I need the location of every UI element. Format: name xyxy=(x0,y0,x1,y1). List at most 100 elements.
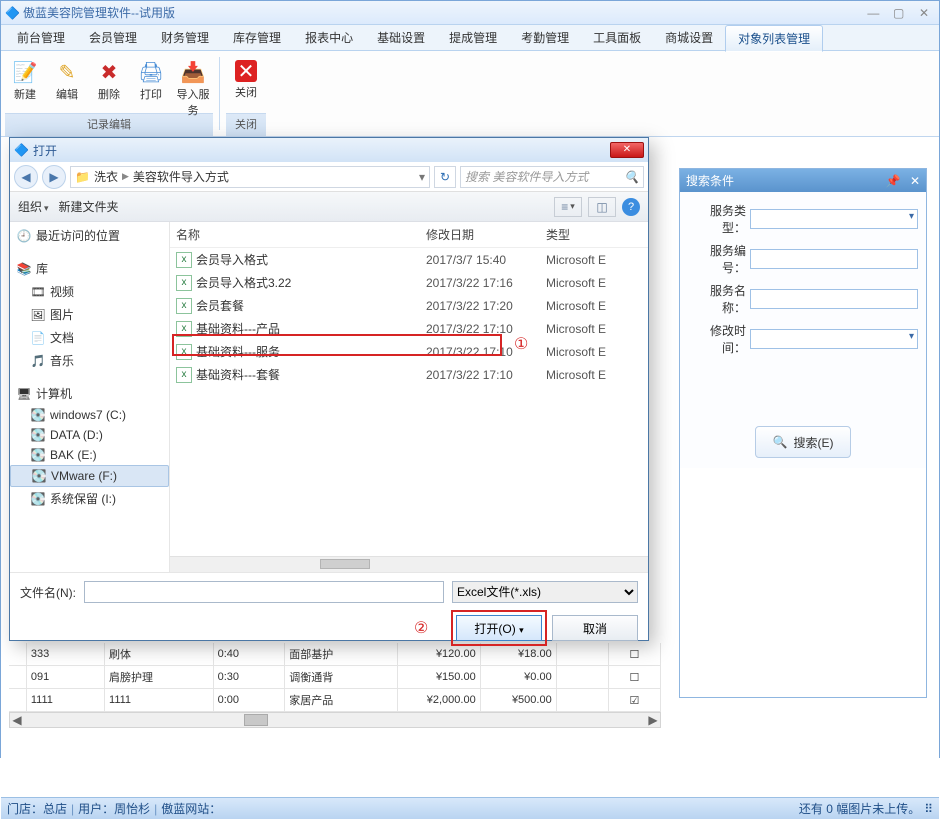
panel-close-icon[interactable]: ✕ xyxy=(910,174,920,188)
menu-item-9[interactable]: 商城设置 xyxy=(653,25,725,50)
table-row[interactable]: 111111110:00家居产品¥2,000.00¥500.00☑ xyxy=(9,689,661,712)
toolbar-edit-button[interactable]: ✎编辑 xyxy=(47,55,87,111)
newfolder-button[interactable]: 新建文件夹 xyxy=(59,198,119,215)
menu-item-2[interactable]: 财务管理 xyxy=(149,25,221,50)
folder-icon: 📁 xyxy=(75,170,90,184)
search-panel-title: 搜索条件 📌 ✕ xyxy=(680,169,926,192)
maximize-button[interactable]: ▢ xyxy=(888,6,910,20)
side-recent[interactable]: 🕘最近访问的位置 xyxy=(10,224,169,247)
dialog-titlebar: 🔷 打开 ✕ xyxy=(10,138,648,162)
file-row[interactable]: x会员导入格式3.222017/3/22 17:16Microsoft E xyxy=(170,271,648,294)
search-panel: 搜索条件 📌 ✕ 服务类型： 服务编号： 服务名称： xyxy=(679,168,927,698)
side-libraries[interactable]: 📚库 xyxy=(10,257,169,280)
organize-button[interactable]: 组织▾ xyxy=(18,198,49,215)
file-row[interactable]: x会员导入格式2017/3/7 15:40Microsoft E xyxy=(170,248,648,271)
file-row[interactable]: x基础资料---套餐2017/3/22 17:10Microsoft E xyxy=(170,363,648,386)
menu-item-3[interactable]: 库存管理 xyxy=(221,25,293,50)
label-modified-time: 修改时间： xyxy=(688,322,746,356)
side-drive-d[interactable]: 💽DATA (D:) xyxy=(10,425,169,445)
new-icon: 📝 xyxy=(13,60,37,84)
side-music[interactable]: 🎵音乐 xyxy=(10,349,169,372)
menu-item-6[interactable]: 提成管理 xyxy=(437,25,509,50)
status-user: 用户：周怡杉 xyxy=(78,800,150,817)
edit-icon: ✎ xyxy=(55,60,79,84)
details-pane-button[interactable]: ◫ xyxy=(588,197,616,217)
toolbar-delete-button[interactable]: ✖删除 xyxy=(89,55,129,111)
dialog-close-button[interactable]: ✕ xyxy=(610,142,644,158)
pin-icon[interactable]: 📌 xyxy=(886,174,901,188)
label-service-name: 服务名称： xyxy=(688,282,746,316)
service-type-combo[interactable] xyxy=(750,209,918,229)
status-site[interactable]: 傲蓝网站： xyxy=(161,800,221,817)
side-drive-f[interactable]: 💽VMware (F:) xyxy=(10,465,169,487)
side-drive-e[interactable]: 💽BAK (E:) xyxy=(10,445,169,465)
excel-icon: x xyxy=(176,367,192,383)
recent-icon: 🕘 xyxy=(16,229,32,243)
modified-time-combo[interactable] xyxy=(750,329,918,349)
filetype-combo[interactable]: Excel文件(*.xls) xyxy=(452,581,638,603)
dialog-search-input[interactable]: 搜索 美容软件导入方式 🔍 xyxy=(460,166,644,188)
side-drive-c[interactable]: 💽windows7 (C:) xyxy=(10,405,169,425)
titlebar: 🔷 傲蓝美容院管理软件--试用版 — ▢ ✕ xyxy=(1,1,939,25)
toolbar-import-button[interactable]: 📥导入服务 xyxy=(173,55,213,111)
side-picture[interactable]: 🖼图片 xyxy=(10,303,169,326)
label-service-type: 服务类型： xyxy=(688,202,746,236)
side-doc[interactable]: 📄文档 xyxy=(10,326,169,349)
menu-item-1[interactable]: 会员管理 xyxy=(77,25,149,50)
status-store: 门店：总店 xyxy=(7,800,67,817)
close-button[interactable]: ✕ xyxy=(913,6,935,20)
col-name: 名称 xyxy=(176,226,426,243)
toolbar-print-button[interactable]: 🖨打印 xyxy=(131,55,171,111)
table-row[interactable]: 091肩膀护理0:30调衡通背¥150.00¥0.00☐ xyxy=(9,666,661,689)
minimize-button[interactable]: — xyxy=(862,6,884,20)
search-icon: 🔍 xyxy=(624,170,639,184)
nav-forward-button[interactable]: ▶ xyxy=(42,165,66,189)
file-row[interactable]: x基础资料---产品2017/3/22 17:10Microsoft E xyxy=(170,317,648,340)
side-drive-i[interactable]: 💽系统保留 (I:) xyxy=(10,487,169,510)
chevron-right-icon: ▶ xyxy=(122,171,129,182)
label-service-code: 服务编号： xyxy=(688,242,746,276)
service-name-input[interactable] xyxy=(750,289,918,309)
filename-input[interactable] xyxy=(84,581,444,603)
toolbar-close-button[interactable]: ✕ 关闭 xyxy=(226,55,266,111)
address-dropdown-icon[interactable]: ▾ xyxy=(419,170,425,184)
menu-item-5[interactable]: 基础设置 xyxy=(365,25,437,50)
search-panel-body: 服务类型： 服务编号： 服务名称： 修改时间： 🔍 搜索(E) xyxy=(680,192,926,468)
toolbar-new-button[interactable]: 📝新建 xyxy=(5,55,45,111)
tool-group-close-label: 关闭 xyxy=(226,113,266,136)
annotation-label-2: ② xyxy=(414,618,428,638)
dialog-sidebar: 🕘最近访问的位置 📚库 🎞视频 🖼图片 📄文档 🎵音乐 🖥计算机 💽window… xyxy=(10,222,170,572)
view-mode-button[interactable]: ≡▾ xyxy=(554,197,582,217)
horizontal-scrollbar[interactable]: ◀ ▶ xyxy=(9,712,661,728)
excel-icon: x xyxy=(176,344,192,360)
breadcrumb-1[interactable]: 洗衣 xyxy=(94,168,118,185)
music-icon: 🎵 xyxy=(30,354,46,368)
search-button[interactable]: 🔍 搜索(E) xyxy=(755,426,851,458)
nav-back-button[interactable]: ◀ xyxy=(14,165,38,189)
drive-icon: 💽 xyxy=(30,492,46,506)
ribbon-toolbar: 📝新建✎编辑✖删除🖨打印📥导入服务 记录编辑 ✕ 关闭 关闭 xyxy=(1,51,939,137)
file-row[interactable]: x基础资料---服务2017/3/22 17:10Microsoft E xyxy=(170,340,648,363)
help-icon[interactable]: ? xyxy=(622,198,640,216)
refresh-button[interactable]: ↻ xyxy=(434,166,456,188)
menu-item-10[interactable]: 对象列表管理 xyxy=(725,25,823,52)
open-button[interactable]: 打开(O) ▾ xyxy=(456,615,542,641)
menu-item-0[interactable]: 前台管理 xyxy=(5,25,77,50)
menu-item-4[interactable]: 报表中心 xyxy=(293,25,365,50)
menu-item-8[interactable]: 工具面板 xyxy=(581,25,653,50)
service-code-input[interactable] xyxy=(750,249,918,269)
app-window: 🔷 傲蓝美容院管理软件--试用版 — ▢ ✕ 前台管理会员管理财务管理库存管理报… xyxy=(0,0,940,758)
cancel-button[interactable]: 取消 xyxy=(552,615,638,641)
file-list-header[interactable]: 名称 修改日期 类型 xyxy=(170,222,648,248)
side-computer[interactable]: 🖥计算机 xyxy=(10,382,169,405)
file-row[interactable]: x会员套餐2017/3/22 17:20Microsoft E xyxy=(170,294,648,317)
file-list-scrollbar[interactable] xyxy=(170,556,648,572)
picture-icon: 🖼 xyxy=(30,308,46,322)
side-video[interactable]: 🎞视频 xyxy=(10,280,169,303)
main-area: 搜索条件 📌 ✕ 服务类型： 服务编号： 服务名称： xyxy=(1,137,939,797)
filename-label: 文件名(N): xyxy=(20,584,76,601)
menu-item-7[interactable]: 考勤管理 xyxy=(509,25,581,50)
address-bar[interactable]: 📁 洗衣 ▶ 美容软件导入方式 ▾ xyxy=(70,166,430,188)
breadcrumb-2[interactable]: 美容软件导入方式 xyxy=(133,168,229,185)
dialog-toolbar: 组织▾ 新建文件夹 ≡▾ ◫ ? xyxy=(10,192,648,222)
